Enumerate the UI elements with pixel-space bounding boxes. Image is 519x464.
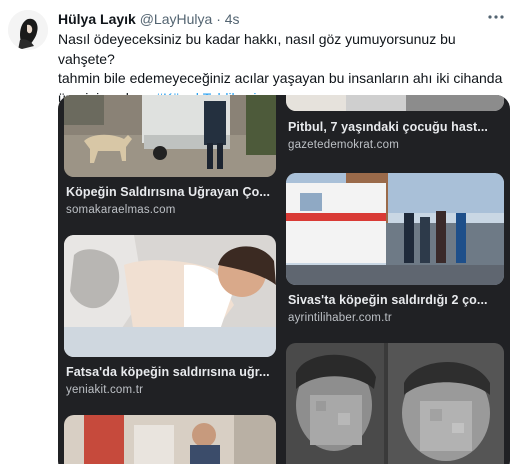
- tweet-media-image[interactable]: Köpeğin Saldırısına Uğrayan Ço... somaka…: [58, 95, 510, 464]
- news-card: [64, 415, 276, 464]
- more-horizontal-icon[interactable]: [485, 8, 507, 28]
- news-thumbnail: [286, 173, 504, 285]
- avatar[interactable]: [8, 10, 48, 50]
- news-card-source: gazetedemokrat.com: [288, 139, 399, 151]
- news-card: Fatsa'da köpeğin saldırısına uğr... yeni…: [64, 235, 276, 396]
- news-card-source: yeniakit.com.tr: [66, 384, 144, 396]
- news-card-title: Fatsa'da köpeğin saldırısına uğr...: [66, 365, 270, 379]
- tweet-text-line: tahmin bile edemeyeceğiniz acılar yaşaya…: [58, 70, 503, 86]
- news-card: Sivas'ta köpeğin saldırdığı 2 ço... ayri…: [286, 173, 504, 333]
- tweet-header: Hülya Layık @LayHulya · 4s: [58, 10, 240, 28]
- news-card: [286, 343, 504, 464]
- tweet-timestamp[interactable]: 4s: [225, 11, 240, 27]
- news-card-title: Köpeğin Saldırısına Uğrayan Ço...: [66, 185, 271, 199]
- news-thumbnail: [64, 415, 276, 464]
- news-card-source: somakaraelmas.com: [66, 204, 176, 216]
- news-thumbnail: [64, 235, 276, 357]
- news-thumbnail: [286, 95, 504, 111]
- news-card-title: Sivas'ta köpeğin saldırdığı 2 ço...: [288, 293, 488, 307]
- author-handle[interactable]: @LayHulya: [140, 11, 213, 27]
- separator-dot: ·: [216, 11, 221, 27]
- tweet-text-line: Nasıl ödeyeceksiniz bu kadar hakkı, nası…: [58, 31, 456, 67]
- news-card: Köpeğin Saldırısına Uğrayan Ço... somaka…: [64, 95, 276, 225]
- news-thumbnail: [64, 95, 276, 177]
- news-thumbnail: [286, 343, 504, 464]
- news-card-title: Pitbul, 7 yaşındaki çocuğu hast...: [288, 120, 488, 134]
- news-card: Pitbul, 7 yaşındaki çocuğu hast... gazet…: [286, 95, 504, 165]
- author-name[interactable]: Hülya Layık: [58, 11, 136, 27]
- avatar-image: [8, 10, 48, 50]
- news-card-source: ayrintilihaber.com.tr: [288, 312, 392, 324]
